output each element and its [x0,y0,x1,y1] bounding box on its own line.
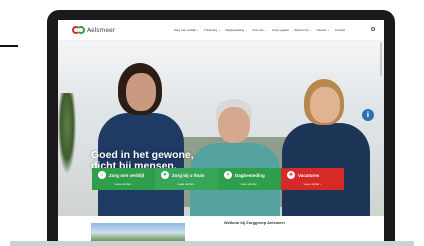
tile-zorg-bij-u-thuis[interactable]: ♥ Zorg bij u thuis Lees verder › [155,168,218,190]
tile-read-more-link[interactable]: Lees verder › [155,182,218,186]
tile-zorg-met-verblijf[interactable]: ⌂ Zorg met verblijf Lees verder › [92,168,155,190]
site-logo[interactable]: Aelsmeer [72,25,115,35]
hero-photo-nurse-right [274,79,374,216]
nav-item-werken-bij[interactable]: Werken bij ⌄ [294,28,311,32]
tile-label: Zorg bij u thuis [172,172,205,178]
logo-mark-icon [72,25,86,35]
house-icon: ⌂ [98,171,106,179]
nav-item-voor-wie[interactable]: Voor wie ⌄ [252,28,267,32]
nav-item-zorg-regelen[interactable]: Zorg regelen [272,28,289,32]
home-care-icon: ♥ [161,171,169,179]
briefcase-icon: ✚ [287,171,295,179]
main-nav: Zorg met verblijf ⌄ Thuiszorg ⌄ Dagbeste… [174,28,345,32]
sun-icon: ☀ [224,171,232,179]
tile-label: Zorg met verblijf [109,172,145,178]
tile-label: Dagbesteding [235,172,265,178]
tile-read-more-link[interactable]: Lees verder › [281,182,344,186]
welcome-heading: Welkom bij Zorggroep Aelsmeer [224,220,286,225]
tile-read-more-link[interactable]: Lees verder › [218,182,281,186]
tile-read-more-link[interactable]: Lees verder › [92,182,155,186]
nav-item-dagbesteding[interactable]: Dagbesteding ⌄ [225,28,247,32]
search-icon[interactable] [371,27,375,31]
tile-label: Vacatures [298,172,320,178]
nav-item-thuiszorg[interactable]: Thuiszorg ⌄ [204,28,221,32]
site-header: Aelsmeer Zorg met verblijf ⌄ Thuiszorg ⌄… [58,20,384,41]
info-icon[interactable]: i [362,109,374,121]
hero-photo-nurse-left [90,63,188,216]
tile-vacatures[interactable]: ✚ Vacatures Lees verder › [281,168,344,190]
nav-item-nieuws[interactable]: Nieuws ⌄ [317,28,330,32]
scrollbar[interactable] [380,42,382,76]
decorative-dash [0,45,18,47]
hero-plant [58,93,76,173]
info-glyph: i [366,111,370,119]
logo-text: Aelsmeer [87,26,116,34]
laptop-base [10,241,414,246]
nav-item-contact[interactable]: Contact [335,28,345,32]
tile-dagbesteding[interactable]: ☀ Dagbesteding Lees verder › [218,168,281,190]
laptop-screen: Aelsmeer Zorg met verblijf ⌄ Thuiszorg ⌄… [58,20,384,246]
nav-item-zorg-met-verblijf[interactable]: Zorg met verblijf ⌄ [174,28,199,32]
